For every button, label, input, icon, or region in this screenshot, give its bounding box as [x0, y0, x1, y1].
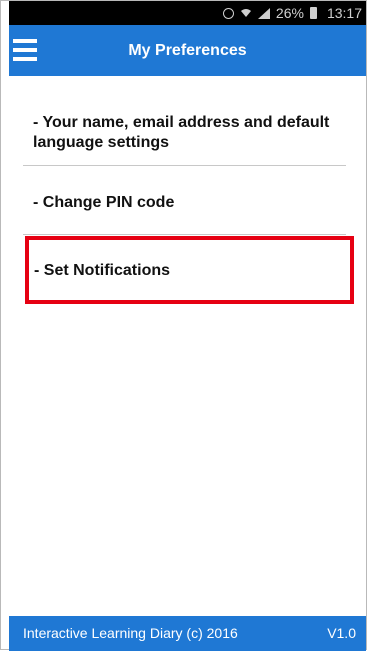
footer-version: V1.0 [327, 625, 356, 641]
app-footer: Interactive Learning Diary (c) 2016 V1.0 [9, 616, 366, 651]
footer-app-label: Interactive Learning Diary (c) 2016 [23, 625, 238, 641]
page-title: My Preferences [128, 42, 247, 59]
wifi-icon [240, 8, 252, 18]
preference-profile-settings[interactable]: - Your name, email address and default l… [33, 113, 355, 153]
signal-icon [257, 7, 270, 19]
battery-icon [309, 7, 321, 19]
app-header: My Preferences [9, 25, 366, 76]
preference-set-notifications[interactable]: - Set Notifications [34, 261, 356, 281]
divider [23, 234, 346, 235]
preferences-list: - Your name, email address and default l… [9, 76, 366, 616]
status-bar: 26% 13:17 [9, 1, 366, 25]
clock: 13:17 [326, 5, 362, 21]
divider [23, 165, 346, 166]
battery-percent: 26% [275, 5, 304, 21]
alarm-icon [222, 7, 234, 19]
app-frame: 26% 13:17 My Preferences - Your name, em… [0, 0, 367, 651]
preference-change-pin[interactable]: - Change PIN code [33, 193, 355, 213]
